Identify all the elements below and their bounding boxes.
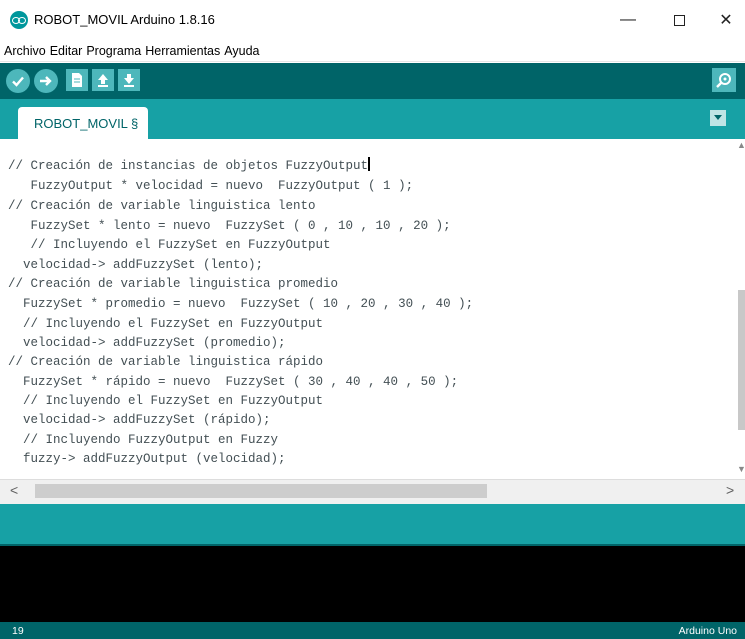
code-editor[interactable]: // Creación de instancias de objetos Fuz… — [0, 139, 745, 479]
code-line: FuzzyOutput * velocidad = nuevo FuzzyOut… — [8, 179, 414, 193]
maximize-icon — [673, 14, 685, 26]
tab-menu-button[interactable] — [710, 110, 726, 126]
scroll-down-icon[interactable]: ▼ — [737, 464, 745, 474]
code-line: FuzzySet * promedio = nuevo FuzzySet ( 1… — [8, 297, 474, 311]
minimize-button[interactable]: — — [605, 0, 651, 40]
new-button[interactable] — [66, 69, 88, 91]
tab-strip: ROBOT_MOVIL § — [0, 99, 745, 139]
status-bar — [0, 504, 745, 544]
menu-herramientas[interactable]: Herramientas — [145, 44, 220, 58]
verify-icon — [12, 76, 24, 87]
upload-button[interactable] — [34, 69, 58, 93]
code-line: velocidad-> addFuzzySet (promedio); — [8, 336, 286, 350]
code-line: velocidad-> addFuzzySet (rápido); — [8, 413, 271, 427]
code-line: // Incluyendo el FuzzySet en FuzzyOutput — [8, 394, 324, 408]
upload-icon — [40, 76, 52, 86]
code-line: // Creación de variable linguistica lent… — [8, 199, 316, 213]
close-icon: ✕ — [719, 12, 733, 29]
line-number: 19 — [12, 625, 24, 637]
save-icon — [124, 74, 134, 87]
toolbar — [0, 63, 745, 99]
code-line: FuzzySet * rápido = nuevo FuzzySet ( 30 … — [8, 375, 459, 389]
close-button[interactable]: ✕ — [703, 0, 745, 40]
horizontal-scroll-thumb[interactable] — [35, 484, 487, 498]
maximize-button[interactable] — [656, 0, 702, 40]
menu-editar[interactable]: Editar — [50, 44, 83, 58]
code-line: // Incluyendo FuzzyOutput en Fuzzy — [8, 433, 279, 447]
title-bar: ROBOT_MOVIL Arduino 1.8.16 — ✕ — [0, 0, 745, 40]
minimize-icon: — — [620, 11, 636, 28]
window-title: ROBOT_MOVIL Arduino 1.8.16 — [34, 12, 215, 27]
vertical-scroll-thumb[interactable] — [738, 290, 745, 430]
code-line: // Creación de variable linguistica prom… — [8, 277, 339, 291]
arduino-logo-icon — [10, 11, 28, 29]
menu-programa[interactable]: Programa — [86, 44, 141, 58]
menu-bar: Archivo Editar Programa Herramientas Ayu… — [0, 40, 745, 62]
open-icon — [98, 74, 108, 87]
code-line: FuzzySet * lento = nuevo FuzzySet ( 0 , … — [8, 219, 451, 233]
menu-ayuda[interactable]: Ayuda — [224, 44, 259, 58]
code-line: // Incluyendo el FuzzySet en FuzzyOutput — [8, 238, 331, 252]
board-name: Arduino Uno — [678, 625, 737, 637]
menu-archivo[interactable]: Archivo — [4, 44, 46, 58]
footer-bar: 19 Arduino Uno — [0, 622, 745, 639]
verify-button[interactable] — [6, 69, 30, 93]
tab-robot-movil[interactable]: ROBOT_MOVIL § — [18, 107, 148, 139]
code-line: // Incluyendo el FuzzySet en FuzzyOutput — [8, 317, 324, 331]
serial-monitor-icon — [716, 73, 731, 88]
code-line: velocidad-> addFuzzySet (lento); — [8, 258, 264, 272]
chevron-down-icon — [714, 115, 722, 120]
tab-label: ROBOT_MOVIL § — [34, 115, 139, 131]
open-button[interactable] — [92, 69, 114, 91]
scroll-left-icon[interactable]: < — [10, 482, 18, 498]
save-button[interactable] — [118, 69, 140, 91]
new-icon — [72, 73, 82, 87]
serial-monitor-button[interactable] — [712, 68, 736, 92]
text-cursor — [368, 157, 370, 171]
console-output[interactable] — [0, 546, 745, 622]
code-line: fuzzy-> addFuzzyOutput (velocidad); — [8, 452, 286, 466]
scroll-up-icon[interactable]: ▲ — [737, 140, 745, 150]
code-line: // Creación de variable linguistica rápi… — [8, 355, 324, 369]
scroll-right-icon[interactable]: > — [726, 482, 734, 498]
code-line: // Creación de instancias de objetos Fuz… — [8, 157, 370, 173]
